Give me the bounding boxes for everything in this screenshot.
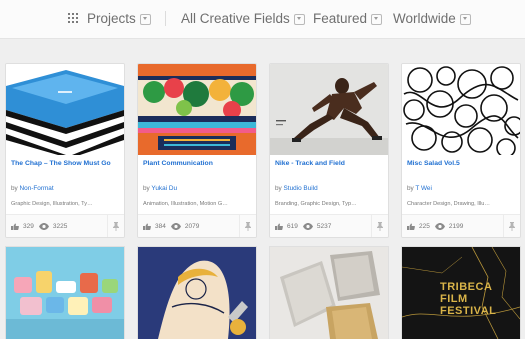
project-stats: 384 2079 [138, 214, 256, 237]
likes-stat: 619 [275, 223, 298, 230]
project-fields[interactable]: Animation, Illustration, Motion G… [143, 201, 253, 207]
thumbs-up-icon [11, 223, 19, 230]
views-count: 5237 [316, 223, 332, 230]
likes-count: 329 [23, 223, 34, 230]
chevron-down-icon [139, 13, 151, 25]
project-fields[interactable]: Branding, Graphic Design, Typ… [275, 201, 385, 207]
grid-icon [68, 13, 78, 23]
festival-line: FILM [440, 293, 468, 305]
sort-label: Featured [313, 10, 368, 26]
festival-line: TRIBECA [440, 281, 493, 293]
project-card[interactable] [269, 246, 389, 339]
owner-link[interactable]: Studio Build [284, 185, 318, 192]
pin-icon [377, 222, 383, 231]
by-label: by [11, 185, 18, 192]
chevron-down-icon [293, 13, 305, 25]
project-title[interactable]: Plant Communication [143, 160, 253, 167]
likes-count: 384 [155, 223, 166, 230]
project-card[interactable] [5, 246, 125, 339]
pin-icon [245, 222, 251, 231]
likes-count: 619 [287, 223, 298, 230]
by-label: by [407, 185, 414, 192]
project-cover[interactable] [138, 247, 256, 339]
likes-count: 225 [419, 223, 430, 230]
project-cover[interactable] [270, 247, 388, 339]
sort-filter[interactable]: Featured [313, 9, 383, 27]
projects-filter-label: Projects [87, 10, 136, 26]
project-title[interactable]: Nike - Track and Field [275, 160, 385, 167]
pin-button[interactable] [503, 215, 520, 237]
views-stat: 5237 [302, 223, 332, 230]
chevron-down-icon [371, 13, 383, 25]
views-stat: 2199 [434, 223, 464, 230]
pin-button[interactable] [239, 215, 256, 237]
project-title[interactable]: Misc Salad Vol.5 [407, 160, 517, 167]
project-stats: 225 2199 [402, 214, 520, 237]
festival-line: FESTIVAL [440, 305, 497, 317]
by-label: by [275, 185, 282, 192]
project-card[interactable]: Nike - Track and Field by Studio Build B… [269, 63, 389, 238]
divider [165, 11, 166, 26]
project-cover[interactable] [402, 64, 520, 155]
views-count: 2199 [448, 223, 464, 230]
eye-icon [170, 223, 181, 230]
project-stats: 619 5237 [270, 214, 388, 237]
eye-icon [38, 223, 49, 230]
project-card[interactable]: Misc Salad Vol.5 by T Wei Character Desi… [401, 63, 521, 238]
project-cover[interactable] [270, 64, 388, 155]
filter-bar: Projects All Creative Fields Featured Wo… [0, 0, 525, 39]
eye-icon [434, 223, 445, 230]
thumbs-up-icon [143, 223, 151, 230]
thumbs-up-icon [407, 223, 415, 230]
project-byline: by Non-Format [11, 185, 54, 192]
pin-icon [509, 222, 515, 231]
project-cover[interactable] [138, 64, 256, 155]
project-cover[interactable]: TRIBECA FILM FESTIVAL [402, 247, 520, 339]
chevron-down-icon [459, 13, 471, 25]
owner-link[interactable]: T Wei [415, 185, 431, 192]
location-label: Worldwide [393, 10, 456, 26]
project-cover[interactable] [6, 247, 124, 339]
views-count: 3225 [52, 223, 68, 230]
eye-icon [302, 223, 313, 230]
views-stat: 3225 [38, 223, 68, 230]
views-stat: 2079 [170, 223, 200, 230]
likes-stat: 329 [11, 223, 34, 230]
location-filter[interactable]: Worldwide [393, 9, 471, 27]
pin-button[interactable] [371, 215, 388, 237]
pin-button[interactable] [107, 215, 124, 237]
project-byline: by T Wei [407, 185, 432, 192]
project-fields[interactable]: Character Design, Drawing, Illu… [407, 201, 517, 207]
project-title[interactable]: The Chap – The Show Must Go [11, 160, 121, 167]
project-byline: by Yukai Du [143, 185, 177, 192]
project-card[interactable]: TRIBECA FILM FESTIVAL [401, 246, 521, 339]
thumbs-up-icon [275, 223, 283, 230]
project-card[interactable] [137, 246, 257, 339]
project-fields[interactable]: Graphic Design, Illustration, Ty… [11, 201, 121, 207]
creative-fields-filter[interactable]: All Creative Fields [181, 9, 305, 27]
projects-filter[interactable]: Projects [68, 9, 151, 27]
project-stats: 329 3225 [6, 214, 124, 237]
project-byline: by Studio Build [275, 185, 318, 192]
festival-wordmark: TRIBECA FILM FESTIVAL [440, 281, 496, 317]
by-label: by [143, 185, 150, 192]
creative-fields-label: All Creative Fields [181, 10, 290, 26]
project-card[interactable]: The Chap – The Show Must Go by Non-Forma… [5, 63, 125, 238]
project-card[interactable]: Plant Communication by Yukai Du Animatio… [137, 63, 257, 238]
views-count: 2079 [184, 223, 200, 230]
pin-icon [113, 222, 119, 231]
likes-stat: 384 [143, 223, 166, 230]
owner-link[interactable]: Yukai Du [151, 185, 177, 192]
project-cover[interactable] [6, 64, 124, 155]
owner-link[interactable]: Non-Format [20, 185, 54, 192]
likes-stat: 225 [407, 223, 430, 230]
